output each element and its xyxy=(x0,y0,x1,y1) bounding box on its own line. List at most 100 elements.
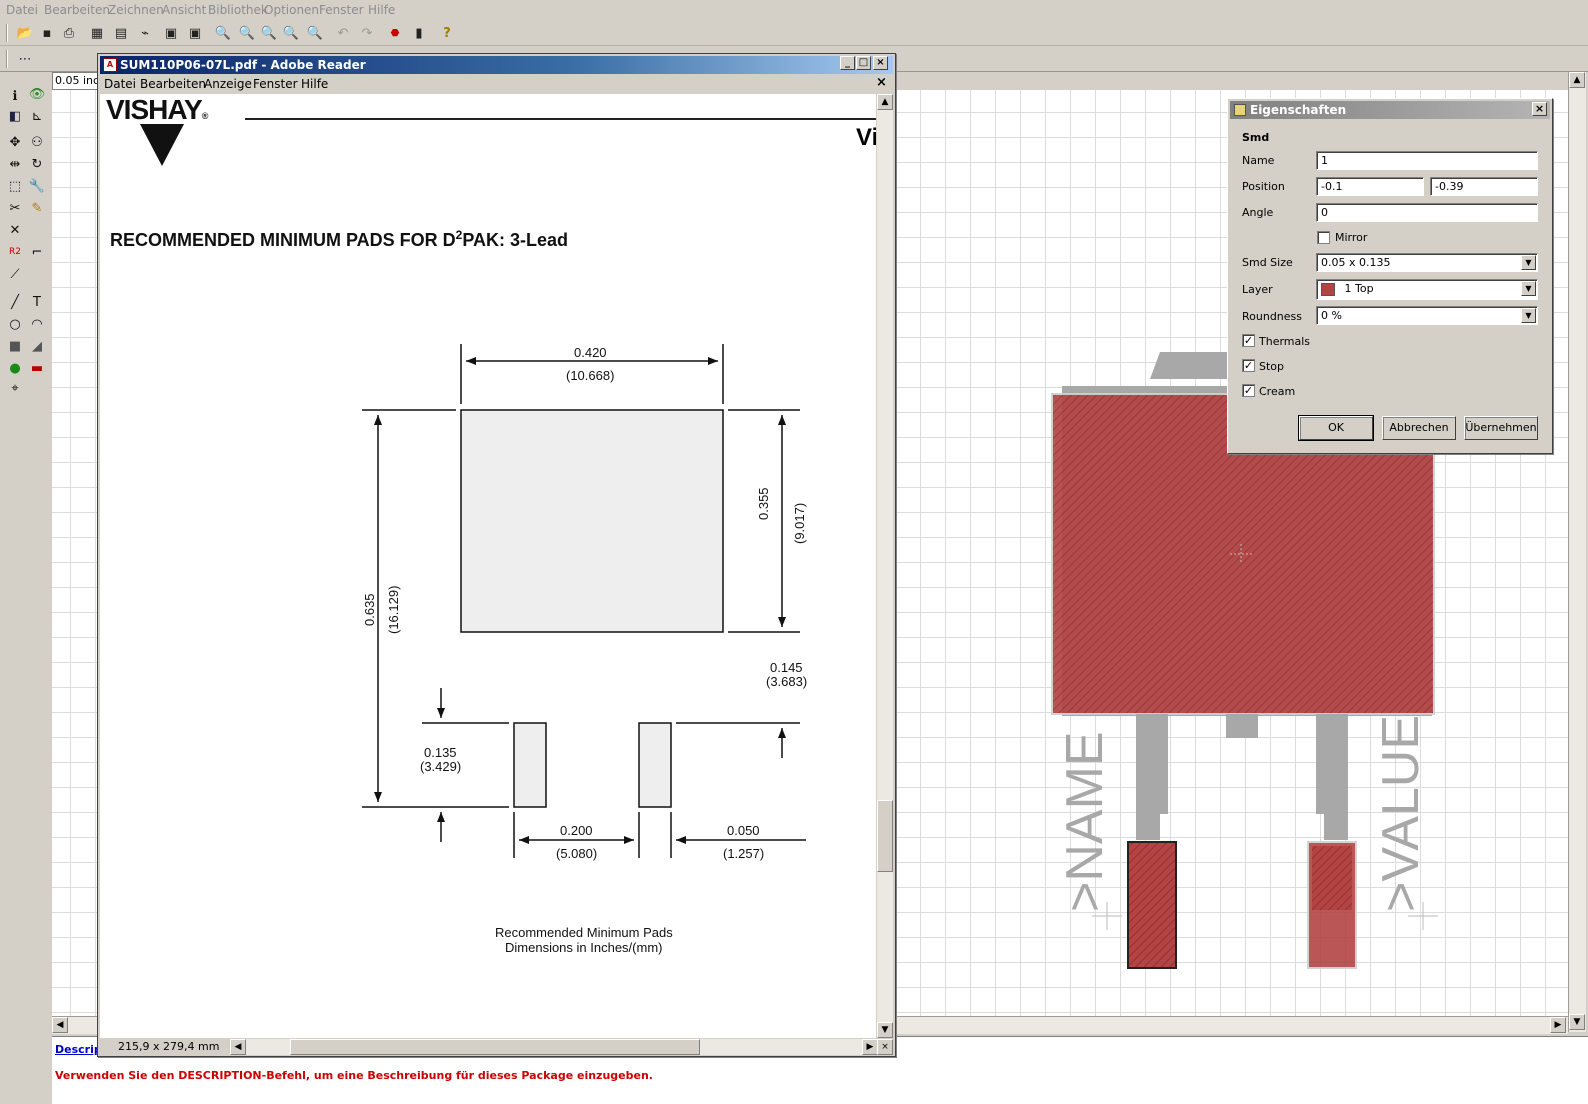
cut-icon[interactable]: ✕ xyxy=(5,220,25,240)
close-icon[interactable]: × xyxy=(873,56,888,70)
canvas-vertical-scrollbar[interactable]: ▲ ▼ xyxy=(1568,72,1586,1032)
split-icon[interactable]: ⟋ xyxy=(5,264,25,284)
hole-icon[interactable]: ⌖ xyxy=(5,378,25,398)
stop-icon[interactable]: ⬣ xyxy=(384,22,406,44)
open-icon[interactable]: 📂 xyxy=(14,22,36,44)
undo-icon[interactable]: ↶ xyxy=(332,22,354,44)
menu-ansicht[interactable]: Ansicht xyxy=(162,3,206,17)
reader-hscroll-thumb[interactable] xyxy=(290,1039,700,1055)
ok-button[interactable]: OK xyxy=(1298,415,1374,441)
reader-scroll-left-icon[interactable]: ◀ xyxy=(230,1039,246,1055)
scroll-left-icon[interactable]: ◀ xyxy=(52,1017,68,1033)
scroll-down-icon[interactable]: ▼ xyxy=(1569,1014,1585,1030)
schematic-icon[interactable]: ⌁ xyxy=(134,22,156,44)
reader-menu-anzeige[interactable]: Anzeige xyxy=(204,77,252,91)
reader-menu-bearbeiten[interactable]: Bearbeiten xyxy=(140,77,206,91)
reader-scroll-thumb[interactable] xyxy=(877,800,893,872)
pad-icon[interactable]: ● xyxy=(5,358,25,378)
grid-icon[interactable]: ⋯ xyxy=(14,48,36,70)
reader-scroll-right-icon[interactable]: ▶ xyxy=(862,1039,878,1055)
value-placeholder[interactable]: >VALUE xyxy=(1372,715,1430,912)
reader-vertical-scrollbar[interactable]: ▲ ▼ xyxy=(877,94,893,1038)
show-icon[interactable]: 👁 xyxy=(27,84,47,104)
scroll-right-icon[interactable]: ▶ xyxy=(1550,1017,1566,1033)
menu-zeichnen[interactable]: Zeichnen xyxy=(108,3,164,17)
reader-menu-fenster[interactable]: Fenster xyxy=(253,77,298,91)
save-icon[interactable]: ▪ xyxy=(36,22,58,44)
reader-menu-hilfe[interactable]: Hilfe xyxy=(301,77,328,91)
cancel-button[interactable]: Abbrechen xyxy=(1382,416,1456,440)
apply-button[interactable]: Übernehmen xyxy=(1464,416,1538,440)
smd-icon[interactable]: ▬ xyxy=(27,358,47,378)
dropdown-arrow-icon[interactable]: ▼ xyxy=(1521,281,1536,296)
menu-datei[interactable]: Datei xyxy=(6,3,38,17)
display-icon[interactable]: ◧ xyxy=(5,106,25,126)
zoom-redraw-icon[interactable]: 🔍 xyxy=(280,22,302,44)
copy-icon[interactable]: ⚇ xyxy=(27,132,47,152)
pdf-reader-window[interactable]: A SUM110P06-07L.pdf - Adobe Reader _ □ ×… xyxy=(97,53,896,1057)
smd-size-dropdown[interactable]: 0.05 x 0.135 ▼ xyxy=(1316,253,1538,272)
pdf-page[interactable]: VISHAY® Vi RECOMMENDED MINIMUM PADS FOR … xyxy=(100,94,876,1038)
rotate-icon[interactable]: ↻ xyxy=(27,154,47,174)
help-icon[interactable]: ? xyxy=(436,22,458,44)
menu-optionen[interactable]: Optionen xyxy=(264,3,319,17)
scroll-up-icon[interactable]: ▲ xyxy=(1569,72,1585,88)
polygon-icon[interactable]: ◢ xyxy=(27,336,47,356)
position-x-input[interactable]: -0.1 xyxy=(1316,177,1424,196)
mirror-checkbox[interactable] xyxy=(1317,231,1330,244)
script-icon[interactable]: ▣ xyxy=(160,22,182,44)
reader-scroll-down-icon[interactable]: ▼ xyxy=(877,1022,893,1038)
wire-icon[interactable]: ╱ xyxy=(5,292,25,312)
paste-icon[interactable]: ✂ xyxy=(5,198,25,218)
menu-bearbeiten[interactable]: Bearbeiten xyxy=(44,3,110,17)
maximize-icon[interactable]: □ xyxy=(856,56,871,70)
thermals-checkbox[interactable]: ✓ xyxy=(1242,334,1255,347)
reader-horizontal-scrollbar[interactable]: ◀ ▶ xyxy=(230,1039,878,1055)
cam-icon[interactable]: ▤ xyxy=(110,22,132,44)
menu-fenster[interactable]: Fenster xyxy=(319,3,364,17)
name-input[interactable]: 1 xyxy=(1316,151,1538,170)
zoom-select-icon[interactable]: 🔍 xyxy=(304,22,326,44)
position-y-input[interactable]: -0.39 xyxy=(1430,177,1538,196)
mirror-icon[interactable]: ⇹ xyxy=(5,154,25,174)
miter-icon[interactable]: ⌐ xyxy=(27,242,47,262)
redo-icon[interactable]: ↷ xyxy=(356,22,378,44)
circle-icon[interactable]: ○ xyxy=(5,314,25,334)
zoom-fit-icon[interactable]: 🔍 xyxy=(212,22,234,44)
menu-bibliothek[interactable]: Bibliothek xyxy=(208,3,268,17)
dropdown-arrow-icon[interactable]: ▼ xyxy=(1521,308,1536,323)
reader-menu-datei[interactable]: Datei xyxy=(104,77,136,91)
menu-hilfe[interactable]: Hilfe xyxy=(368,3,395,17)
ulp-icon[interactable]: ▣ xyxy=(184,22,206,44)
move-icon[interactable]: ✥ xyxy=(5,132,25,152)
smd-pad-1[interactable] xyxy=(1127,841,1177,969)
angle-input[interactable]: 0 xyxy=(1316,203,1538,222)
reader-titlebar[interactable]: A SUM110P06-07L.pdf - Adobe Reader xyxy=(100,56,893,74)
reader-scroll-up-icon[interactable]: ▲ xyxy=(877,94,893,110)
zoom-in-icon[interactable]: 🔍 xyxy=(236,22,258,44)
cream-checkbox[interactable]: ✓ xyxy=(1242,384,1255,397)
mark-icon[interactable]: ⊾ xyxy=(27,106,47,126)
name-value-icon[interactable]: R2 xyxy=(5,242,25,262)
stop-checkbox[interactable]: ✓ xyxy=(1242,359,1255,372)
roundness-dropdown[interactable]: 0 % ▼ xyxy=(1316,306,1538,325)
document-close-icon[interactable]: × xyxy=(876,75,887,90)
layer-dropdown[interactable]: 1 Top ▼ xyxy=(1316,279,1538,300)
dialog-close-icon[interactable]: × xyxy=(1532,102,1547,116)
group-icon[interactable]: ⬚ xyxy=(5,176,25,196)
change-icon[interactable]: 🔧 xyxy=(27,176,47,196)
delete-icon[interactable]: ✎ xyxy=(27,198,47,218)
text-icon[interactable]: T xyxy=(27,292,47,312)
name-placeholder[interactable]: >NAME xyxy=(1056,731,1114,912)
print-icon[interactable]: ⎙ xyxy=(58,22,80,44)
dropdown-arrow-icon[interactable]: ▼ xyxy=(1521,255,1536,270)
reader-corner-close-icon[interactable]: × xyxy=(877,1039,893,1055)
arc-icon[interactable]: ◠ xyxy=(27,314,47,334)
info-icon[interactable]: ℹ xyxy=(5,86,25,106)
rect-icon[interactable]: ■ xyxy=(5,336,25,356)
dialog-titlebar[interactable]: Eigenschaften xyxy=(1230,101,1550,119)
properties-dialog[interactable]: Eigenschaften × Smd Name 1 Position -0.1… xyxy=(1227,98,1553,454)
zoom-out-icon[interactable]: 🔍 xyxy=(258,22,280,44)
minimize-icon[interactable]: _ xyxy=(840,56,855,70)
board-icon[interactable]: ▦ xyxy=(86,22,108,44)
